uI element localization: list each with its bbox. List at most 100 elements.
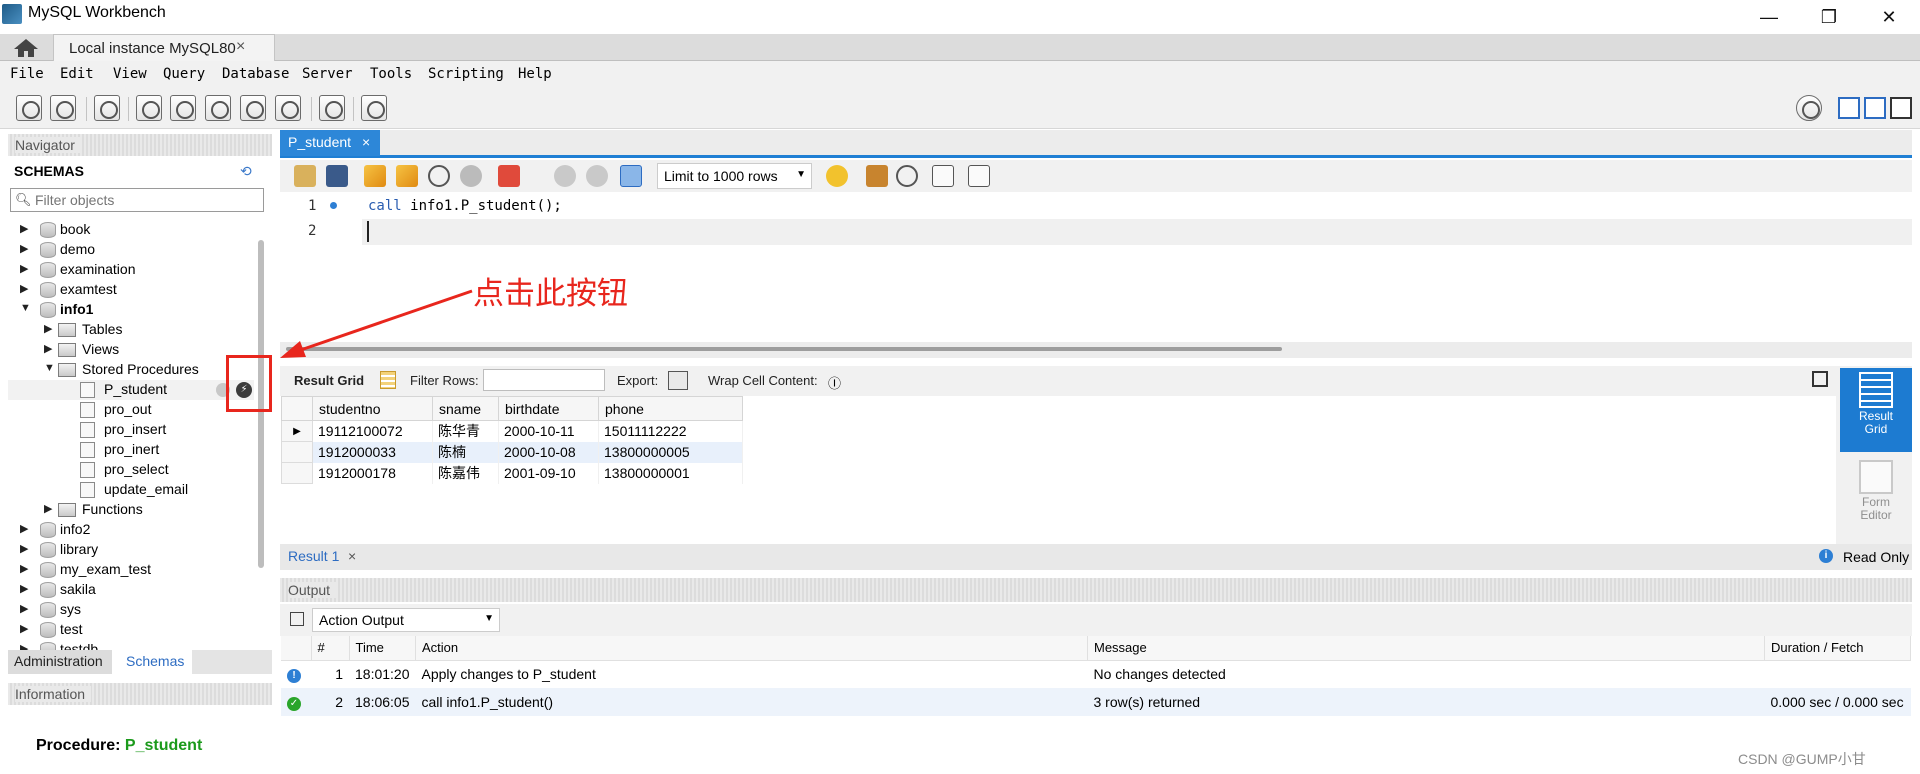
search-table-data-icon[interactable]	[319, 95, 345, 121]
menu-server[interactable]: Server	[302, 66, 353, 82]
home-icon[interactable]	[10, 36, 42, 60]
tree-item-pro-out[interactable]: pro_out	[8, 400, 254, 420]
table-cell[interactable]: 2000-10-11	[498, 420, 599, 442]
menu-query[interactable]: Query	[163, 66, 205, 82]
autocommit-icon[interactable]	[620, 165, 642, 187]
chevron-right-icon[interactable]: ▶	[20, 522, 28, 535]
create-function-icon[interactable]	[275, 95, 301, 121]
limit-rows-select[interactable]: Limit to 1000 rows ▼	[657, 163, 812, 189]
tree-item-examtest[interactable]: ▶ examtest	[8, 280, 254, 300]
chevron-right-icon[interactable]: ▶	[20, 262, 28, 275]
table-cell[interactable]: 陈楠	[432, 441, 499, 463]
tree-item-p-student[interactable]: P_student ⚡	[8, 380, 254, 400]
tree-item-demo[interactable]: ▶ demo	[8, 240, 254, 260]
copy-icon[interactable]	[290, 612, 304, 626]
tree-item-my-exam-test[interactable]: ▶ my_exam_test	[8, 560, 254, 580]
tree-item-sakila[interactable]: ▶ sakila	[8, 580, 254, 600]
query-tab[interactable]: P_student ×	[280, 130, 380, 156]
chevron-right-icon[interactable]: ▶	[20, 642, 28, 650]
menu-scripting[interactable]: Scripting	[428, 66, 504, 82]
tree-item-testdb[interactable]: ▶ testdb	[8, 640, 254, 650]
create-schema-icon[interactable]	[136, 95, 162, 121]
tree-item-update-email[interactable]: update_email	[8, 480, 254, 500]
tree-item-stored-procedures[interactable]: ▼ Stored Procedures	[8, 360, 254, 380]
sql-editor[interactable]	[280, 192, 1912, 342]
commit-icon[interactable]	[554, 165, 576, 187]
find-icon[interactable]	[896, 165, 918, 187]
column-header[interactable]: phone	[598, 396, 743, 421]
table-cell[interactable]: 19112100072	[312, 420, 433, 442]
tree-item-sys[interactable]: ▶ sys	[8, 600, 254, 620]
chevron-right-icon[interactable]: ▶	[44, 342, 52, 355]
create-view-icon[interactable]	[205, 95, 231, 121]
output-col-time[interactable]: Time	[349, 636, 416, 661]
tree-item-functions[interactable]: ▶ Functions	[8, 500, 254, 520]
new-sql-tab-icon[interactable]	[16, 95, 42, 121]
output-col-message[interactable]: Message	[1087, 636, 1765, 661]
toggle-secondary-sidebar-icon[interactable]	[1890, 97, 1912, 119]
table-cell[interactable]: 陈华青	[432, 420, 499, 442]
chevron-down-icon[interactable]: ▼	[20, 302, 31, 314]
chevron-right-icon[interactable]: ▶	[44, 322, 52, 335]
toggle-panel-icon[interactable]	[1812, 371, 1828, 387]
menu-edit[interactable]: Edit	[60, 66, 94, 82]
chevron-right-icon[interactable]: ▶	[20, 542, 28, 555]
tree-item-book[interactable]: ▶ book	[8, 220, 254, 240]
explain-icon[interactable]	[428, 165, 450, 187]
open-sql-script-icon[interactable]	[50, 95, 76, 121]
table-cell[interactable]: 2001-09-10	[498, 462, 599, 484]
rollback-icon[interactable]	[586, 165, 608, 187]
output-col-action[interactable]: Action	[415, 636, 1088, 661]
invisible-chars-icon[interactable]	[932, 165, 954, 187]
table-cell[interactable]: 15011112222	[598, 420, 743, 442]
minimize-button[interactable]: —	[1746, 2, 1792, 32]
menu-file[interactable]: File	[10, 66, 44, 82]
filter-rows-input[interactable]	[483, 369, 605, 391]
filter-objects-input[interactable]	[35, 191, 261, 209]
close-window-button[interactable]: ✕	[1866, 2, 1912, 32]
column-header[interactable]: studentno	[312, 396, 433, 421]
open-file-icon[interactable]	[294, 165, 316, 187]
chevron-right-icon[interactable]: ▶	[20, 622, 28, 635]
row-pointer-icon[interactable]: ▶	[281, 420, 313, 442]
tree-item-info2[interactable]: ▶ info2	[8, 520, 254, 540]
refresh-icon[interactable]: ⟲	[240, 163, 252, 180]
create-procedure-icon[interactable]	[240, 95, 266, 121]
wrap-cell-icon[interactable]: Ⓘ	[828, 373, 841, 392]
menu-view[interactable]: View	[113, 66, 147, 82]
tree-item-library[interactable]: ▶ library	[8, 540, 254, 560]
execute-current-icon[interactable]	[396, 165, 418, 187]
tree-item-views[interactable]: ▶ Views	[8, 340, 254, 360]
restore-button[interactable]: ❐	[1806, 2, 1852, 32]
table-cell[interactable]: 1912000178	[312, 462, 433, 484]
table-cell[interactable]: 1912000033	[312, 441, 433, 463]
grid-view-icon[interactable]	[380, 371, 396, 389]
create-table-icon[interactable]	[170, 95, 196, 121]
menu-database[interactable]: Database	[222, 66, 289, 82]
execute-icon[interactable]	[364, 165, 386, 187]
chevron-right-icon[interactable]: ▶	[20, 242, 28, 255]
output-row[interactable]: ✓ 2 18:06:05 call info1.P_student() 3 row(s)…	[281, 688, 1911, 716]
menu-tools[interactable]: Tools	[370, 66, 412, 82]
row-header[interactable]	[281, 462, 313, 484]
output-col-duration[interactable]: Duration / Fetch	[1764, 636, 1911, 661]
output-type-select[interactable]: Action Output ▼	[312, 608, 500, 632]
save-icon[interactable]	[326, 165, 348, 187]
table-cell[interactable]: 陈嘉伟	[432, 462, 499, 484]
table-cell[interactable]: 13800000005	[598, 441, 743, 463]
chevron-right-icon[interactable]: ▶	[44, 502, 52, 515]
add-snippet-icon[interactable]	[826, 165, 848, 187]
error-stop-icon[interactable]	[498, 165, 520, 187]
tab-schemas[interactable]: Schemas	[112, 650, 192, 674]
export-icon[interactable]	[668, 371, 688, 390]
column-header[interactable]: sname	[432, 396, 499, 421]
toggle-output-icon[interactable]	[1864, 97, 1886, 119]
table-row[interactable]: 1912000178 陈嘉伟 2001-09-10 13800000001	[281, 462, 743, 484]
code-line[interactable]: call info1.P_student();	[368, 198, 562, 214]
table-row[interactable]: 1912000033 陈楠 2000-10-08 13800000005	[281, 441, 743, 463]
tree-item-info1[interactable]: ▼ info1	[8, 300, 254, 320]
settings-icon[interactable]	[1796, 95, 1822, 121]
close-icon[interactable]: ×	[348, 548, 356, 564]
close-icon[interactable]: ×	[362, 134, 370, 150]
connection-tab[interactable]: Local instance MySQL80 ×	[53, 34, 275, 61]
